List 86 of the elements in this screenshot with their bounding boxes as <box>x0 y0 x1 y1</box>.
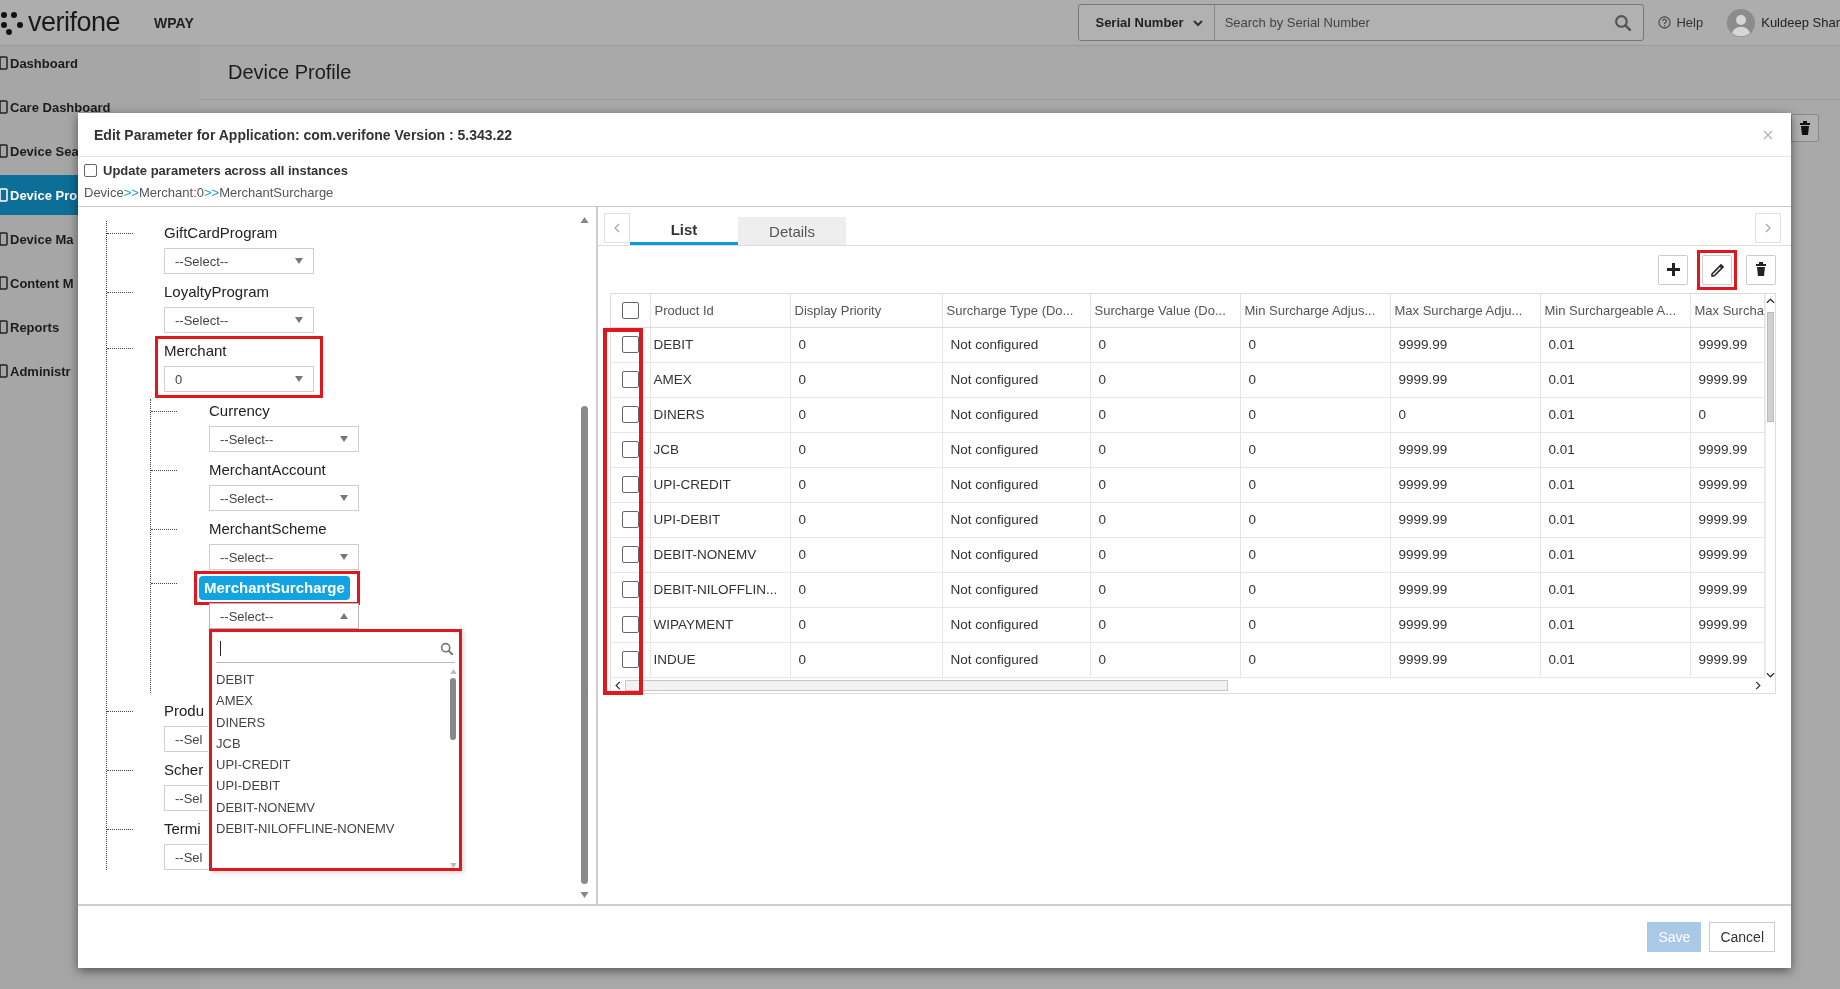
table-cell: 0 <box>1090 327 1240 362</box>
table-cell: 0 <box>1090 537 1240 572</box>
table-cell: Not configured <box>942 642 1090 677</box>
table-cell: Not configured <box>942 397 1090 432</box>
table-cell: 0 <box>1240 642 1390 677</box>
table-cell: 9999.99 <box>1390 537 1540 572</box>
table-cell: 0 <box>790 502 942 537</box>
table-cell: INDUE <box>650 642 790 677</box>
table-cell: JCB <box>650 432 790 467</box>
table-cell: 9999.99 <box>1390 642 1540 677</box>
checkbox-label: Update parameters across all instances <box>103 163 348 178</box>
table-cell: 9999.99 <box>1690 537 1764 572</box>
table-cell: Not configured <box>942 502 1090 537</box>
table-cell: 9999.99 <box>1690 572 1764 607</box>
table-cell: DEBIT-NONEMV <box>650 537 790 572</box>
table-cell: 0 <box>1240 502 1390 537</box>
table-cell: 0 <box>1090 362 1240 397</box>
table-cell: 0.01 <box>1540 397 1690 432</box>
table-cell: Not configured <box>942 432 1090 467</box>
table-cell: 9999.99 <box>1390 502 1540 537</box>
table-cell: DINERS <box>650 397 790 432</box>
table-cell: 0.01 <box>1540 327 1690 362</box>
table-cell: 0 <box>790 537 942 572</box>
table-cell: 9999.99 <box>1690 502 1764 537</box>
table-cell: Not configured <box>942 467 1090 502</box>
table-cell: 9999.99 <box>1690 607 1764 642</box>
table-cell: UPI-CREDIT <box>650 467 790 502</box>
logo-text: verifone <box>28 7 121 38</box>
table-cell: 0 <box>1090 572 1240 607</box>
page-title: Device Profile <box>228 61 352 84</box>
table-cell: WIPAYMENT <box>650 607 790 642</box>
table-cell: Not configured <box>942 572 1090 607</box>
table-cell: 0 <box>1090 607 1240 642</box>
table-cell: 9999.99 <box>1690 467 1764 502</box>
table-cell: 0.01 <box>1540 607 1690 642</box>
table-cell: AMEX <box>650 362 790 397</box>
table-cell: 0 <box>1240 607 1390 642</box>
table-cell: 9999.99 <box>1390 432 1540 467</box>
table-cell: 0 <box>790 642 942 677</box>
table-cell: 0 <box>1090 642 1240 677</box>
dialog-title: Edit Parameter for Application: com.verifone Version : 5.343.22 <box>94 126 513 143</box>
breadcrumb: Device>>Merchant:0>>MerchantSurcharge <box>84 184 335 202</box>
table-cell: 0.01 <box>1540 502 1690 537</box>
table-cell: 0 <box>1240 467 1390 502</box>
table-cell: 9999.99 <box>1390 327 1540 362</box>
table-cell: 9999.99 <box>1690 642 1764 677</box>
table-cell: 0.01 <box>1540 642 1690 677</box>
table-cell: 9999.99 <box>1390 362 1540 397</box>
table-cell: 0 <box>1240 362 1390 397</box>
table-cell: 0 <box>1090 467 1240 502</box>
table-cell: Not configured <box>942 362 1090 397</box>
table-cell: 0 <box>790 397 942 432</box>
table-cell: 0 <box>790 607 942 642</box>
table-cell: 0.01 <box>1540 362 1690 397</box>
table-cell: 0 <box>790 572 942 607</box>
table-cell: 0 <box>1240 397 1390 432</box>
table-cell: 0 <box>1090 432 1240 467</box>
app-name: WPAY <box>154 14 194 31</box>
table-cell: 0 <box>790 432 942 467</box>
table-cell: Not configured <box>942 327 1090 362</box>
table-cell: DEBIT-NILOFFLIN... <box>650 572 790 607</box>
table-cell: 9999.99 <box>1690 362 1764 397</box>
table-cell: 0 <box>1690 397 1764 432</box>
table-cell: 0.01 <box>1540 432 1690 467</box>
table-cell: 0.01 <box>1540 467 1690 502</box>
table-cell: Not configured <box>942 537 1090 572</box>
table-cell: 9999.99 <box>1690 432 1764 467</box>
table-cell: 0 <box>1240 327 1390 362</box>
table-cell: 0 <box>790 327 942 362</box>
table-cell: 9999.99 <box>1390 607 1540 642</box>
table-cell: 9999.99 <box>1390 572 1540 607</box>
table-cell: 0 <box>790 362 942 397</box>
table-cell: 0 <box>1090 397 1240 432</box>
table-cell: 0.01 <box>1540 572 1690 607</box>
table-cell: 0 <box>1090 502 1240 537</box>
table-cell: 0 <box>790 467 942 502</box>
table-cell: 9999.99 <box>1390 467 1540 502</box>
table-cell: DEBIT <box>650 327 790 362</box>
table-cell: 9999.99 <box>1690 327 1764 362</box>
table-cell: 0 <box>1390 397 1540 432</box>
table-cell: 0.01 <box>1540 537 1690 572</box>
table-cell: 0 <box>1240 537 1390 572</box>
table-cell: 0 <box>1240 572 1390 607</box>
table-cell: UPI-DEBIT <box>650 502 790 537</box>
table-cell: Not configured <box>942 607 1090 642</box>
table-cell: 0 <box>1240 432 1390 467</box>
